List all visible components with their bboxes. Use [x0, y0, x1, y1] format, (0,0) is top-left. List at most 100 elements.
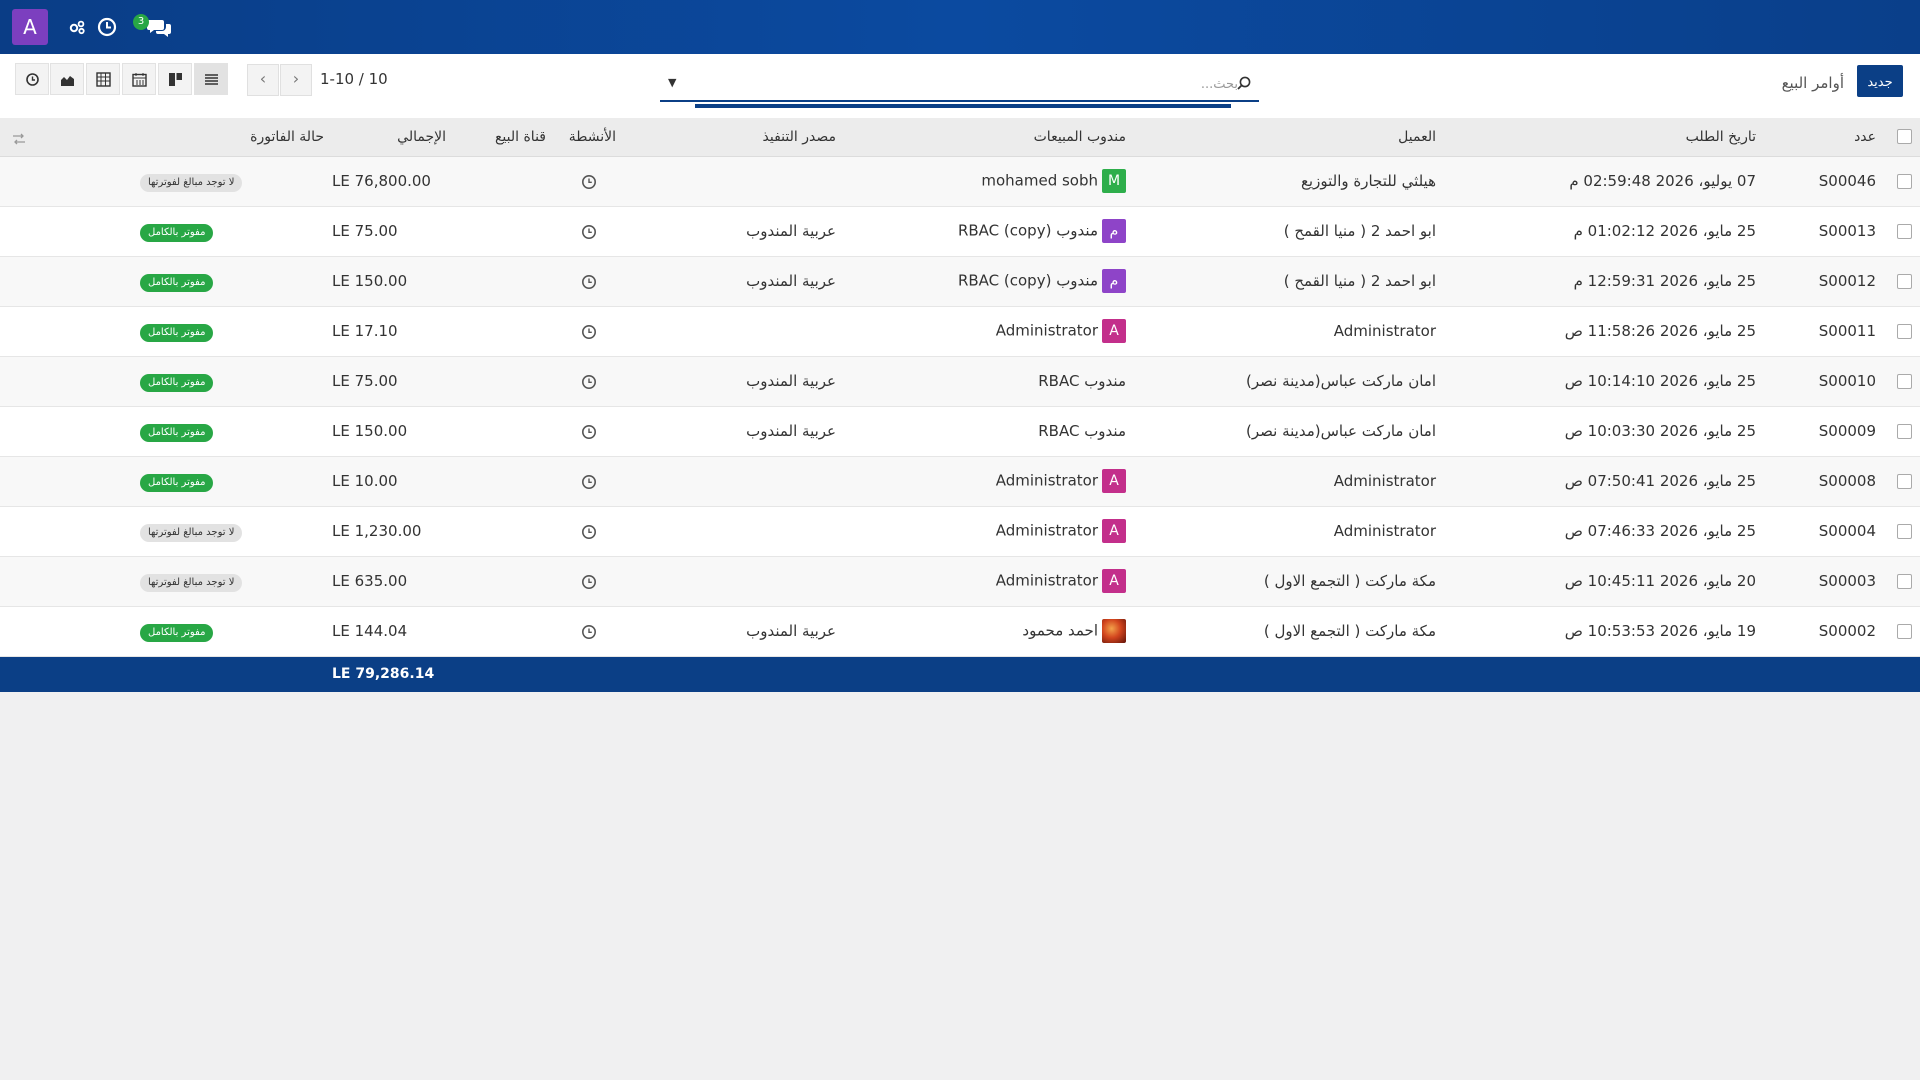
invoice-status-cell: مفوتر بالكامل	[132, 606, 332, 656]
activity-clock-icon[interactable]	[581, 624, 597, 640]
order-date: 25 مايو، 2026 10:14:10 ص	[1564, 372, 1756, 390]
activity-clock-icon[interactable]	[581, 474, 597, 490]
salesperson-name: مندوب RBAC (copy)	[957, 221, 1098, 240]
row-checkbox[interactable]	[1897, 574, 1912, 589]
channel-cell	[454, 256, 554, 306]
pager-next-button[interactable]: ›	[280, 64, 312, 96]
column-total[interactable]: الإجمالي	[332, 118, 454, 157]
row-checkbox[interactable]	[1897, 424, 1912, 439]
column-channel[interactable]: قناة البيع	[454, 118, 554, 157]
calendar-view-button[interactable]	[122, 63, 156, 95]
invoice-status-badge: مفوتر بالكامل	[140, 323, 214, 342]
table-row[interactable]: S00013 25 مايو، 2026 01:02:12 م ابو احمد 2…	[0, 206, 1920, 256]
activity-clock-icon[interactable]	[581, 324, 597, 340]
column-activities[interactable]: الأنشطة	[554, 118, 624, 157]
activity-clock-icon[interactable]	[581, 274, 597, 290]
column-order-date[interactable]: تاريخ الطلب	[1444, 118, 1764, 157]
sales-orders-table: عدد تاريخ الطلب العميل مندوب المبيعات مص…	[0, 118, 1920, 692]
table-row[interactable]: S00004 25 مايو، 2026 07:46:33 ص Administra…	[0, 506, 1920, 556]
activity-cell	[554, 306, 624, 356]
row-checkbox[interactable]	[1897, 324, 1912, 339]
invoice-status-badge: مفوتر بالكامل	[140, 423, 214, 442]
row-checkbox[interactable]	[1897, 374, 1912, 389]
table-row[interactable]: S00012 25 مايو، 2026 12:59:31 م ابو احمد 2…	[0, 256, 1920, 306]
user-avatar[interactable]: A	[12, 9, 48, 45]
row-checkbox[interactable]	[1897, 274, 1912, 289]
graph-view-button[interactable]	[50, 63, 84, 95]
customer-name: هيلثي للتجارة والتوزيع	[1300, 172, 1436, 190]
salesperson-avatar: A	[1102, 569, 1126, 593]
list-view-button[interactable]	[194, 63, 228, 95]
activity-clock-icon[interactable]	[581, 374, 597, 390]
salesperson-name: Administrator	[995, 471, 1098, 490]
customer-name: امان ماركت عباس(مدينة نصر)	[1246, 422, 1436, 440]
row-checkbox[interactable]	[1897, 524, 1912, 539]
table-row[interactable]: S00003 20 مايو، 2026 10:45:11 ص مكة ماركت …	[0, 556, 1920, 606]
pivot-view-icon	[96, 72, 111, 87]
order-total: 150.00 LE	[332, 422, 408, 440]
activity-clock-icon[interactable]	[581, 524, 597, 540]
kanban-view-button[interactable]	[158, 63, 192, 95]
activity-cell	[554, 406, 624, 456]
table-row[interactable]: S00011 25 مايو، 2026 11:58:26 ص Administra…	[0, 306, 1920, 356]
activity-clock-icon[interactable]	[581, 174, 597, 190]
activity-view-icon	[26, 73, 39, 86]
pager-value[interactable]: 1-10 / 10	[320, 70, 388, 88]
row-filler	[0, 156, 132, 206]
invoice-status-badge: مفوتر بالكامل	[140, 373, 214, 392]
pivot-view-button[interactable]	[86, 63, 120, 95]
order-date: 25 مايو، 2026 07:50:41 ص	[1564, 472, 1756, 490]
row-checkbox[interactable]	[1897, 224, 1912, 239]
order-total: 144.04 LE	[332, 622, 408, 640]
customer-name: ابو احمد 2 ( منيا القمح )	[1283, 272, 1436, 290]
customer-name: Administrator	[1333, 522, 1436, 540]
activity-clock-icon[interactable]	[581, 574, 597, 590]
salesperson-cell: AAdministrator	[844, 456, 1134, 506]
table-row[interactable]: S00002 19 مايو، 2026 10:53:53 ص مكة ماركت …	[0, 606, 1920, 656]
messages-icon[interactable]	[146, 16, 172, 38]
channel-cell	[454, 506, 554, 556]
activity-clock-icon[interactable]	[581, 424, 597, 440]
invoice-status-badge: مفوتر بالكامل	[140, 623, 214, 642]
salesperson-cell: ممندوب RBAC (copy)	[844, 256, 1134, 306]
order-number: S00002	[1818, 622, 1876, 640]
activity-clock-icon[interactable]	[581, 224, 597, 240]
source-cell: عربية المندوب	[746, 222, 836, 240]
channel-cell	[454, 306, 554, 356]
column-invoice-status[interactable]: حالة الفاتورة	[132, 118, 332, 157]
column-number[interactable]: عدد	[1764, 118, 1884, 157]
select-all-checkbox[interactable]	[1897, 129, 1912, 145]
table-row[interactable]: S00010 25 مايو، 2026 10:14:10 ص امان ماركت…	[0, 356, 1920, 406]
invoice-status-cell: مفوتر بالكامل	[132, 406, 332, 456]
new-button[interactable]: جديد	[1857, 65, 1903, 97]
source-cell	[624, 306, 844, 356]
clock-icon[interactable]	[96, 16, 118, 38]
row-filler	[0, 506, 132, 556]
row-checkbox[interactable]	[1897, 174, 1912, 189]
search-underline	[695, 104, 1231, 108]
source-cell: عربية المندوب	[746, 422, 836, 440]
pager-previous-button[interactable]: ‹	[247, 64, 279, 96]
row-select-cell	[1884, 306, 1920, 356]
table-row[interactable]: S00008 25 مايو، 2026 07:50:41 ص Administra…	[0, 456, 1920, 506]
salesperson-cell: AAdministrator	[844, 506, 1134, 556]
row-checkbox[interactable]	[1897, 624, 1912, 639]
column-customer[interactable]: العميل	[1134, 118, 1444, 157]
search-input[interactable]	[696, 70, 1240, 98]
table-footer-row: 79,286.14 LE	[0, 656, 1920, 692]
row-filler	[0, 356, 132, 406]
column-salesperson[interactable]: مندوب المبيعات	[844, 118, 1134, 157]
column-source[interactable]: مصدر التنفيذ	[624, 118, 844, 157]
row-checkbox[interactable]	[1897, 474, 1912, 489]
search-options-toggle[interactable]: ▼	[668, 76, 676, 89]
source-cell: عربية المندوب	[746, 372, 836, 390]
activity-icon[interactable]	[66, 16, 88, 38]
table-row[interactable]: S00046 07 يوليو، 2026 02:59:48 م هيلثي للت…	[0, 156, 1920, 206]
activity-cell	[554, 606, 624, 656]
activity-view-button[interactable]	[15, 63, 49, 95]
optional-columns-icon[interactable]	[12, 130, 26, 145]
channel-cell	[454, 206, 554, 256]
salesperson-name: مندوب RBAC	[1038, 422, 1126, 440]
table-row[interactable]: S00009 25 مايو، 2026 10:03:30 ص امان ماركت…	[0, 406, 1920, 456]
order-total: 75.00 LE	[332, 372, 398, 390]
